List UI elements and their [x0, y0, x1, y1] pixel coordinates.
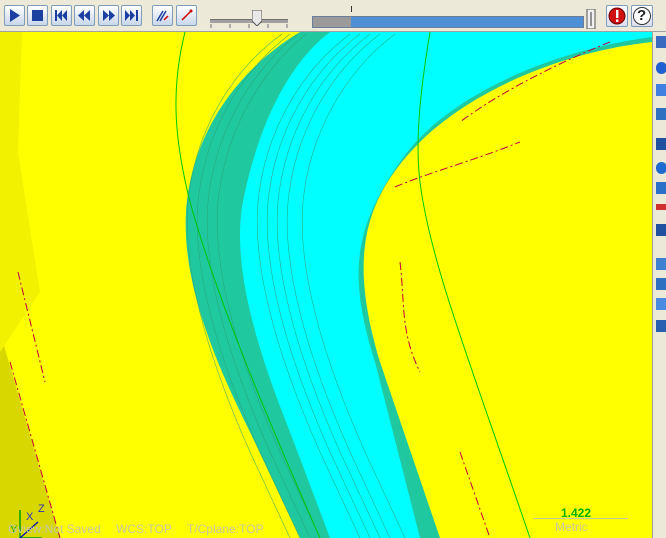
pan-icon[interactable] [656, 84, 666, 96]
simulation-toolbar: ? [0, 0, 666, 32]
graphics-viewport[interactable]: X Z Y [0, 32, 652, 538]
toolpath-display-button[interactable] [152, 5, 173, 26]
top-view-icon[interactable] [656, 258, 666, 270]
speed-slider-ticks [210, 24, 288, 28]
sphere-icon[interactable] [656, 162, 666, 174]
section-icon[interactable] [656, 204, 666, 210]
simulation-progress-bar[interactable] [312, 16, 584, 28]
scale-value: 1.422 [561, 506, 592, 520]
rotate-icon[interactable] [656, 62, 666, 74]
skip-end-icon [125, 10, 138, 21]
properties-icon[interactable] [656, 320, 666, 332]
speed-slider-thumb[interactable] [251, 10, 262, 26]
toolpath-scene [0, 32, 652, 538]
emergency-stop-button[interactable] [606, 5, 628, 27]
red-stop-icon [608, 7, 626, 25]
help-label: ? [637, 7, 647, 24]
progress-fill [313, 17, 351, 27]
solid-icon[interactable] [656, 182, 666, 194]
iso-view-icon[interactable] [656, 298, 666, 310]
front-view-icon[interactable] [656, 278, 666, 290]
tool-display-button[interactable] [176, 5, 197, 26]
step-forward-button[interactable] [98, 5, 119, 26]
right-toolbar [652, 32, 666, 538]
step-back-button[interactable] [74, 5, 95, 26]
gview-status: Gview:Not Saved [8, 522, 101, 536]
axis-z-label: Z [38, 503, 45, 515]
progress-end-slider[interactable] [586, 9, 596, 29]
skip-end-button[interactable] [121, 5, 142, 26]
tool-icon [181, 9, 193, 21]
toolpath-icon [156, 10, 169, 22]
stop-button[interactable] [27, 5, 48, 26]
skip-start-icon [55, 10, 67, 21]
step-back-icon [78, 10, 90, 21]
view-icon[interactable] [656, 36, 666, 48]
window-icon[interactable] [656, 138, 666, 150]
help-button[interactable]: ? [631, 5, 653, 27]
step-forward-icon [103, 10, 115, 21]
stop-icon [32, 10, 43, 21]
zoom-icon[interactable] [656, 108, 666, 120]
play-button[interactable] [4, 5, 25, 26]
speed-slider-track[interactable] [210, 19, 288, 23]
rewind-start-button[interactable] [51, 5, 72, 26]
status-bar: Gview:Not Saved WCS:TOP T/Cplane:TOP [8, 522, 275, 536]
scale-unit: Metric [555, 520, 588, 534]
progress-marker [351, 6, 352, 12]
shade-icon[interactable] [656, 224, 666, 236]
tcplane-status: T/Cplane:TOP [186, 522, 264, 536]
wcs-status: WCS:TOP [116, 522, 172, 536]
play-icon [10, 9, 20, 22]
